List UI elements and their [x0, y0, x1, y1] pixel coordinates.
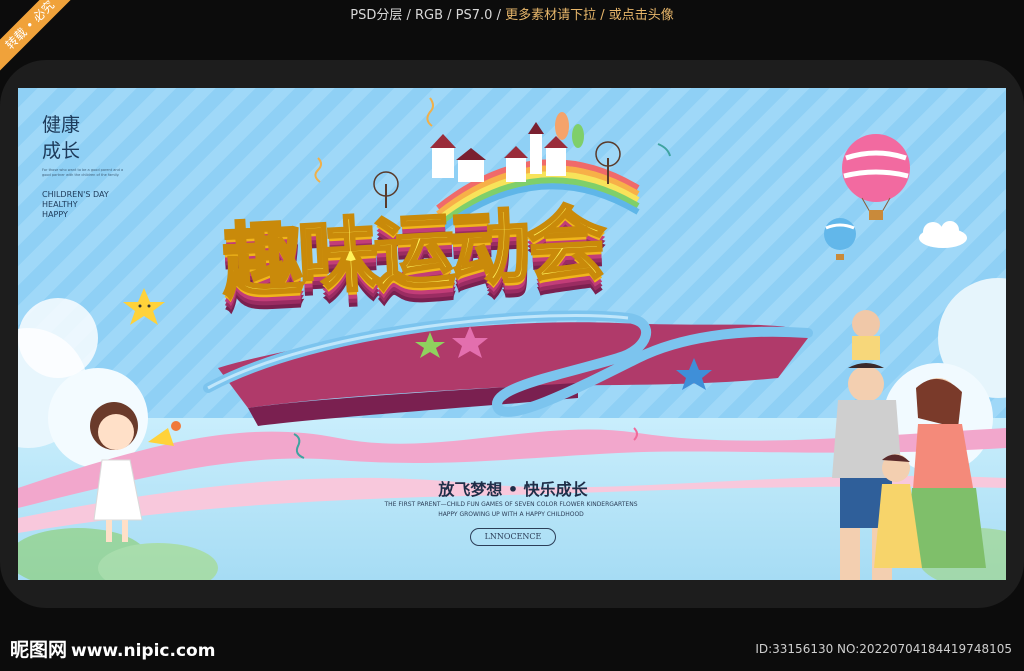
hot-air-balloon-large [842, 134, 910, 220]
side-english-block: CHILDREN'S DAY HEALTHY HAPPY [42, 190, 109, 220]
side-title: 健康 成长 [42, 112, 80, 164]
site-logo[interactable]: 昵图网 www.nipic.com [10, 635, 215, 662]
watermark-top-bar: PSD分层 / RGB / PS7.0 / 更多素材请下拉 / 或点击头像 [0, 0, 1024, 32]
side-title-line2: 成长 [42, 140, 81, 162]
side-title-line1: 健康 [42, 114, 81, 136]
yellow-star-mascot [123, 288, 165, 325]
english-line-2: HAPPY GROWING UP WITH A HAPPY CHILDHOOD [438, 511, 584, 518]
slogan: 放飞梦想 • 快乐成长 [438, 480, 588, 499]
side-en-line3: HAPPY [42, 210, 68, 219]
watermark-hint-text: 更多素材请下拉 / 或点击头像 [505, 8, 674, 23]
logo-url: www.nipic.com [71, 641, 216, 661]
hot-air-balloon-small [824, 218, 856, 260]
image-id-text: ID:33156130 NO:20220704184419748105 [755, 642, 1012, 656]
side-en-line2: HEALTHY [42, 200, 78, 209]
innocence-tag: LNNOCENCE [470, 528, 556, 546]
watermark-format-text: PSD分层 / RGB / PS7.0 / [350, 8, 501, 23]
main-title: 趣味运动会 [219, 195, 606, 311]
english-line-1: THE FIRST PARENT—CHILD FUN GAMES OF SEVE… [384, 501, 638, 508]
side-en-line1: CHILDREN'S DAY [42, 190, 109, 199]
poster-canvas: 健康 成长 For those who want to be a good pa… [18, 88, 1006, 580]
side-small-text: For those who want to be a good parent a… [42, 168, 124, 177]
logo-text: 昵图网 [10, 639, 68, 661]
